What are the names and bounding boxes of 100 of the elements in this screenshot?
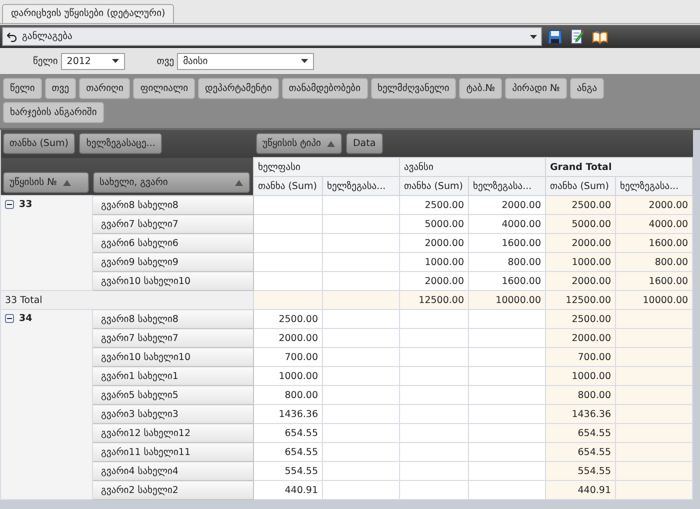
- table-cell: 5000.00: [546, 214, 616, 234]
- undo-arrow-icon: [7, 32, 17, 42]
- column-header: თანხა (Sum): [400, 176, 468, 196]
- field-button[interactable]: ტაბ.№: [459, 78, 502, 99]
- table-cell: 800.00: [254, 386, 322, 404]
- field-button[interactable]: პირადი №: [505, 78, 567, 99]
- column-header: ხელზეგასა...: [322, 176, 400, 196]
- field-button[interactable]: თარიღი: [79, 78, 130, 99]
- table-cell: 1000.00: [546, 252, 616, 272]
- table-cell: 1600.00: [468, 272, 546, 290]
- table-cell: 5000.00: [400, 214, 468, 234]
- table-cell: 2000.00: [546, 328, 616, 348]
- table-cell: 800.00: [616, 252, 693, 272]
- table-cell: 1000.00: [254, 366, 322, 386]
- table-cell: 2500.00: [546, 310, 616, 328]
- table-cell: 2000.00: [546, 272, 616, 290]
- open-book-icon[interactable]: [592, 30, 608, 44]
- field-button[interactable]: ხელმძღვანელი: [370, 78, 456, 99]
- table-cell: 1000.00: [400, 252, 468, 272]
- row-header: გვარი6 სახელი6: [92, 234, 254, 252]
- table-cell: 1436.36: [546, 404, 616, 424]
- filter-label: თვე: [156, 56, 174, 66]
- row-header: გვარი8 სახელი8: [92, 196, 254, 214]
- collapse-icon[interactable]: [5, 314, 14, 323]
- field-button[interactable]: დეპარტამენტი: [198, 78, 279, 99]
- column-field-button[interactable]: უწყისის ტიპი: [256, 133, 342, 154]
- table-cell: 440.91: [254, 480, 322, 500]
- caret-icon: [112, 59, 119, 63]
- table-cell: 12500.00: [546, 290, 616, 310]
- table-cell: 2000.00: [400, 234, 468, 252]
- column-field-button[interactable]: Data: [346, 133, 383, 154]
- layout-dropdown[interactable]: განლაგება: [2, 27, 542, 46]
- caret-icon: [301, 59, 308, 63]
- field-button[interactable]: ანგა: [570, 78, 604, 99]
- table-cell: 2000.00: [616, 196, 693, 214]
- caret-icon: [530, 34, 537, 38]
- data-field-button[interactable]: ხელზეგასაცე...: [79, 133, 162, 154]
- row-header: გვარი5 სახელი5: [92, 386, 254, 404]
- table-cell: 654.55: [546, 442, 616, 462]
- table-cell: 800.00: [546, 386, 616, 404]
- table-cell: 2000.00: [254, 328, 322, 348]
- table-cell: 2500.00: [546, 196, 616, 214]
- table-cell: 700.00: [254, 348, 322, 366]
- table-cell: 1000.00: [546, 366, 616, 386]
- column-group-header: Grand Total: [546, 158, 693, 176]
- data-field-button[interactable]: თანხა (Sum): [2, 133, 76, 154]
- table-cell: 654.55: [254, 424, 322, 442]
- field-button[interactable]: თანამდებობები: [282, 78, 368, 99]
- row-header: გვარი10 სახელი10: [92, 348, 254, 366]
- table-cell: 1600.00: [468, 234, 546, 252]
- column-header: ხელზეგასა...: [468, 176, 546, 196]
- field-button[interactable]: ფილიალი: [133, 78, 196, 99]
- table-cell: 4000.00: [616, 214, 693, 234]
- document-tab[interactable]: დარიცხვის უწყისები (დეტალური): [2, 4, 174, 23]
- row-header: გვარი11 სახელი11: [92, 442, 254, 462]
- table-cell: 12500.00: [400, 290, 468, 310]
- table-cell: 2500.00: [254, 310, 322, 328]
- row-field-button[interactable]: უწყისის №: [2, 172, 88, 193]
- table-cell: 554.55: [546, 462, 616, 480]
- row-header: გვარი7 სახელი7: [92, 328, 254, 348]
- row-header: გვარი10 სახელი10: [92, 272, 254, 290]
- filter-dropdown[interactable]: 2012: [60, 52, 125, 70]
- row-field-button[interactable]: სახელი, გვარი: [92, 172, 250, 193]
- table-cell: 654.55: [254, 442, 322, 462]
- table-cell: 700.00: [546, 348, 616, 366]
- table-cell: 10000.00: [468, 290, 546, 310]
- table-cell: 4000.00: [468, 214, 546, 234]
- row-header: გვარი9 სახელი9: [92, 252, 254, 272]
- layout-label: განლაგება: [22, 31, 72, 42]
- column-group-header: ავანსი: [400, 158, 546, 176]
- filter-dropdown[interactable]: მაისი: [177, 52, 314, 70]
- column-group-header: ხელფასი: [254, 158, 400, 176]
- table-cell: 2000.00: [400, 272, 468, 290]
- field-button[interactable]: ხარჯების ანგარიში: [3, 102, 104, 123]
- column-header: ხელზეგასა...: [616, 176, 693, 196]
- row-header: გვარი2 სახელი2: [92, 480, 254, 500]
- row-header: გვარი12 სახელი12: [92, 424, 254, 442]
- table-cell: 1436.36: [254, 404, 322, 424]
- row-header: გვარი8 სახელი8: [92, 310, 254, 328]
- row-header: გვარი4 სახელი4: [92, 462, 254, 480]
- group-label: 33: [19, 199, 32, 210]
- table-cell: 554.55: [254, 462, 322, 480]
- table-cell: 2000.00: [546, 234, 616, 252]
- table-cell: 2500.00: [400, 196, 468, 214]
- table-cell: 1600.00: [616, 272, 693, 290]
- column-header: თანხა (Sum): [546, 176, 616, 196]
- field-button[interactable]: თვე: [44, 78, 76, 99]
- field-button[interactable]: წელი: [3, 78, 42, 99]
- table-cell: 654.55: [546, 424, 616, 442]
- table-cell: 10000.00: [616, 290, 693, 310]
- edit-document-icon[interactable]: [570, 29, 584, 44]
- row-header: გვარი7 სახელი7: [92, 214, 254, 234]
- row-header: გვარი1 სახელი1: [92, 366, 254, 386]
- collapse-icon[interactable]: [5, 200, 14, 209]
- row-header: გვარი3 სახელი3: [92, 404, 254, 424]
- save-icon[interactable]: [548, 30, 562, 44]
- column-header: თანხა (Sum): [254, 176, 322, 196]
- table-cell: 1600.00: [616, 234, 693, 252]
- table-cell: 440.91: [546, 480, 616, 500]
- table-cell: 2000.00: [468, 196, 546, 214]
